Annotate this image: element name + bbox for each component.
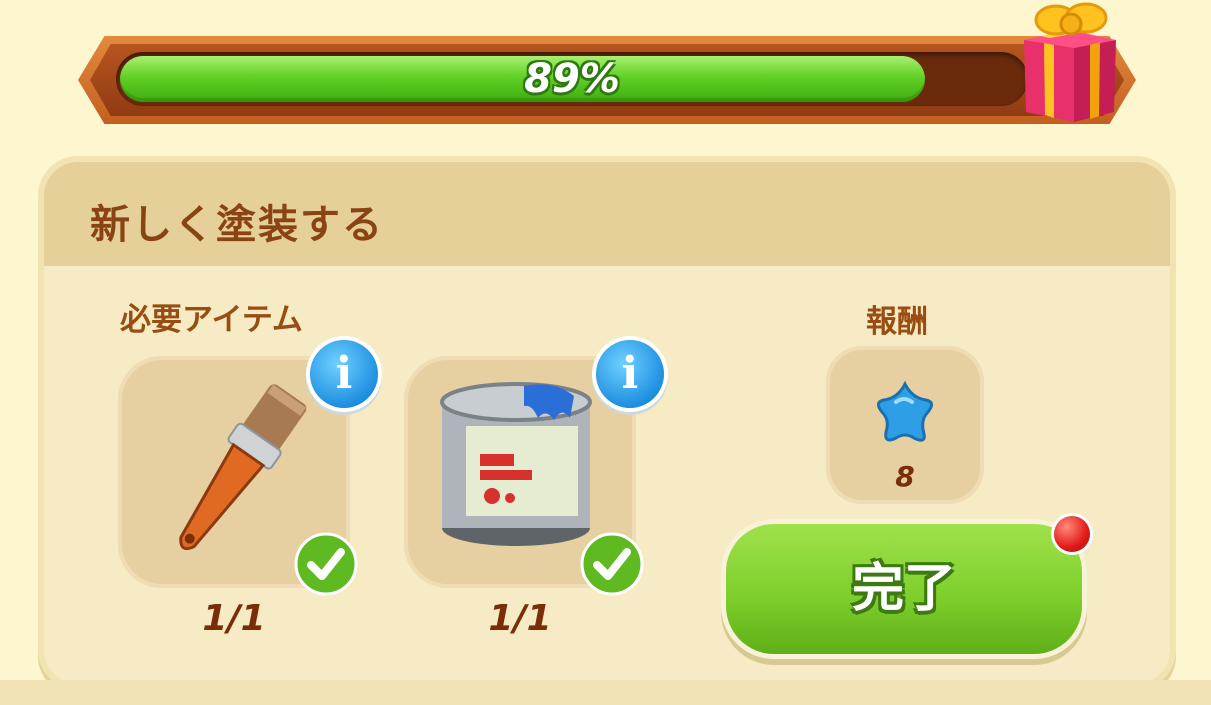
info-icon: i: [621, 348, 639, 399]
info-button-paint-can[interactable]: i: [596, 340, 664, 408]
checkmark-icon: [294, 532, 358, 596]
required-items-label: 必要アイテム: [120, 302, 303, 338]
gift-box-icon[interactable]: [1014, 0, 1124, 126]
info-icon: i: [335, 348, 353, 399]
item-count-paint-can: 1/1: [488, 598, 552, 639]
progress-label: 89%: [524, 56, 620, 102]
complete-button-label: 完了: [851, 559, 956, 619]
reward-label: 報酬: [866, 304, 928, 340]
notification-dot: [1054, 516, 1090, 552]
item-count-paintbrush: 1/1: [202, 598, 266, 639]
task-title: 新しく塗装する: [90, 202, 384, 248]
info-button-paintbrush[interactable]: i: [310, 340, 378, 408]
checkmark-icon: [580, 532, 644, 596]
complete-button[interactable]: 完了: [726, 524, 1082, 654]
bottom-strip: [0, 680, 1211, 705]
reward-amount: 8: [895, 460, 915, 493]
blue-star-icon: [877, 380, 933, 442]
